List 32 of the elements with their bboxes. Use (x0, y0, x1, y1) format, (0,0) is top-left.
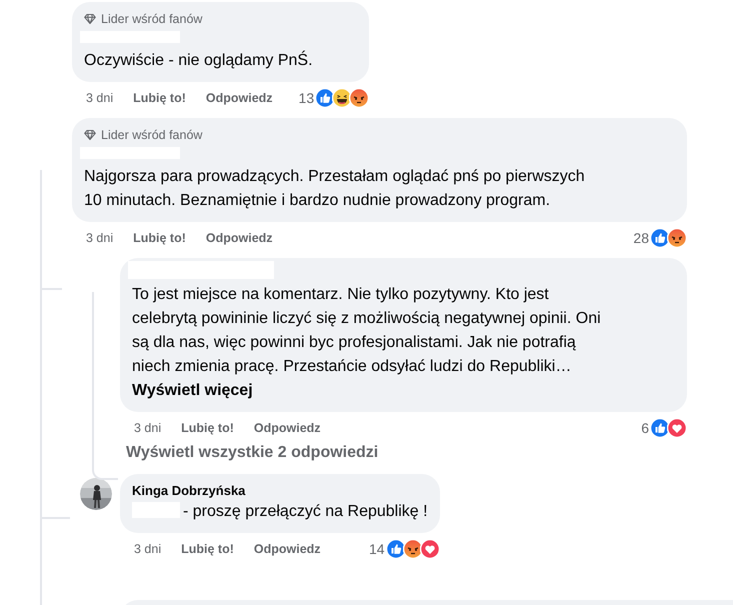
timestamp[interactable]: 3 dni (134, 421, 162, 435)
diamond-icon (84, 129, 96, 141)
heart-reaction-icon (420, 539, 440, 559)
timestamp[interactable]: 3 dni (134, 542, 162, 556)
like-link[interactable]: Lubię to! (133, 91, 186, 105)
angry-face-icon (349, 88, 370, 108)
like-link[interactable]: Lubię to! (133, 231, 186, 245)
reply-link[interactable]: Odpowiedz (206, 231, 273, 245)
timestamp[interactable]: 3 dni (86, 231, 114, 245)
reply-link[interactable]: Odpowiedz (206, 91, 273, 105)
heart-reaction-icon (667, 418, 687, 438)
reaction-count: 14 (368, 541, 385, 557)
see-more-link[interactable]: Wyświetl więcej (132, 382, 253, 399)
author-name[interactable]: Kinga Dobrzyńska (132, 482, 428, 500)
timestamp[interactable]: 3 dni (86, 91, 114, 105)
reaction-count: 28 (633, 230, 649, 246)
comment-text: To jest miejsce na komentarz. Nie tylko pozytywny. Kto jest celebrytą powininie liczyć się z możliwością negatywnej opinii. Oni są dla nas, więc powinni byc profesjonalistami. Jak nie potrafią niech zmienia pracę. Przestańcie odsyłać ludzi do Republiki… Wyświetl więcej (132, 285, 602, 401)
comment-text: Najgorsza para prowadzących. Przestałam oglądać pnś po pierwszych 10 minutach. Beznamiętnie i bardzo nudnie prowadzony program. (84, 167, 586, 211)
like-link[interactable]: Lubię to! (181, 421, 234, 435)
angry-face-icon (402, 539, 423, 559)
diamond-icon (84, 13, 96, 25)
reply-link[interactable]: Odpowiedz (254, 542, 321, 556)
like-link[interactable]: Lubię to! (181, 542, 234, 556)
reaction-count: 6 (641, 420, 649, 436)
fan-badge-label: Lider wśród fanów (101, 128, 202, 142)
angry-face-icon (667, 228, 687, 248)
view-all-replies-link[interactable]: Wyświetl wszystkie 2 odpowiedzi (126, 444, 378, 461)
reaction-count: 13 (298, 90, 314, 106)
fan-badge-label: Lider wśród fanów (101, 12, 202, 26)
comment-text: Oczywiście - nie oglądamy PnŚ. (84, 50, 314, 71)
reply-link[interactable]: Odpowiedz (254, 421, 321, 435)
comment-text: - proszę przełączyć na Republikę ! (132, 500, 428, 524)
